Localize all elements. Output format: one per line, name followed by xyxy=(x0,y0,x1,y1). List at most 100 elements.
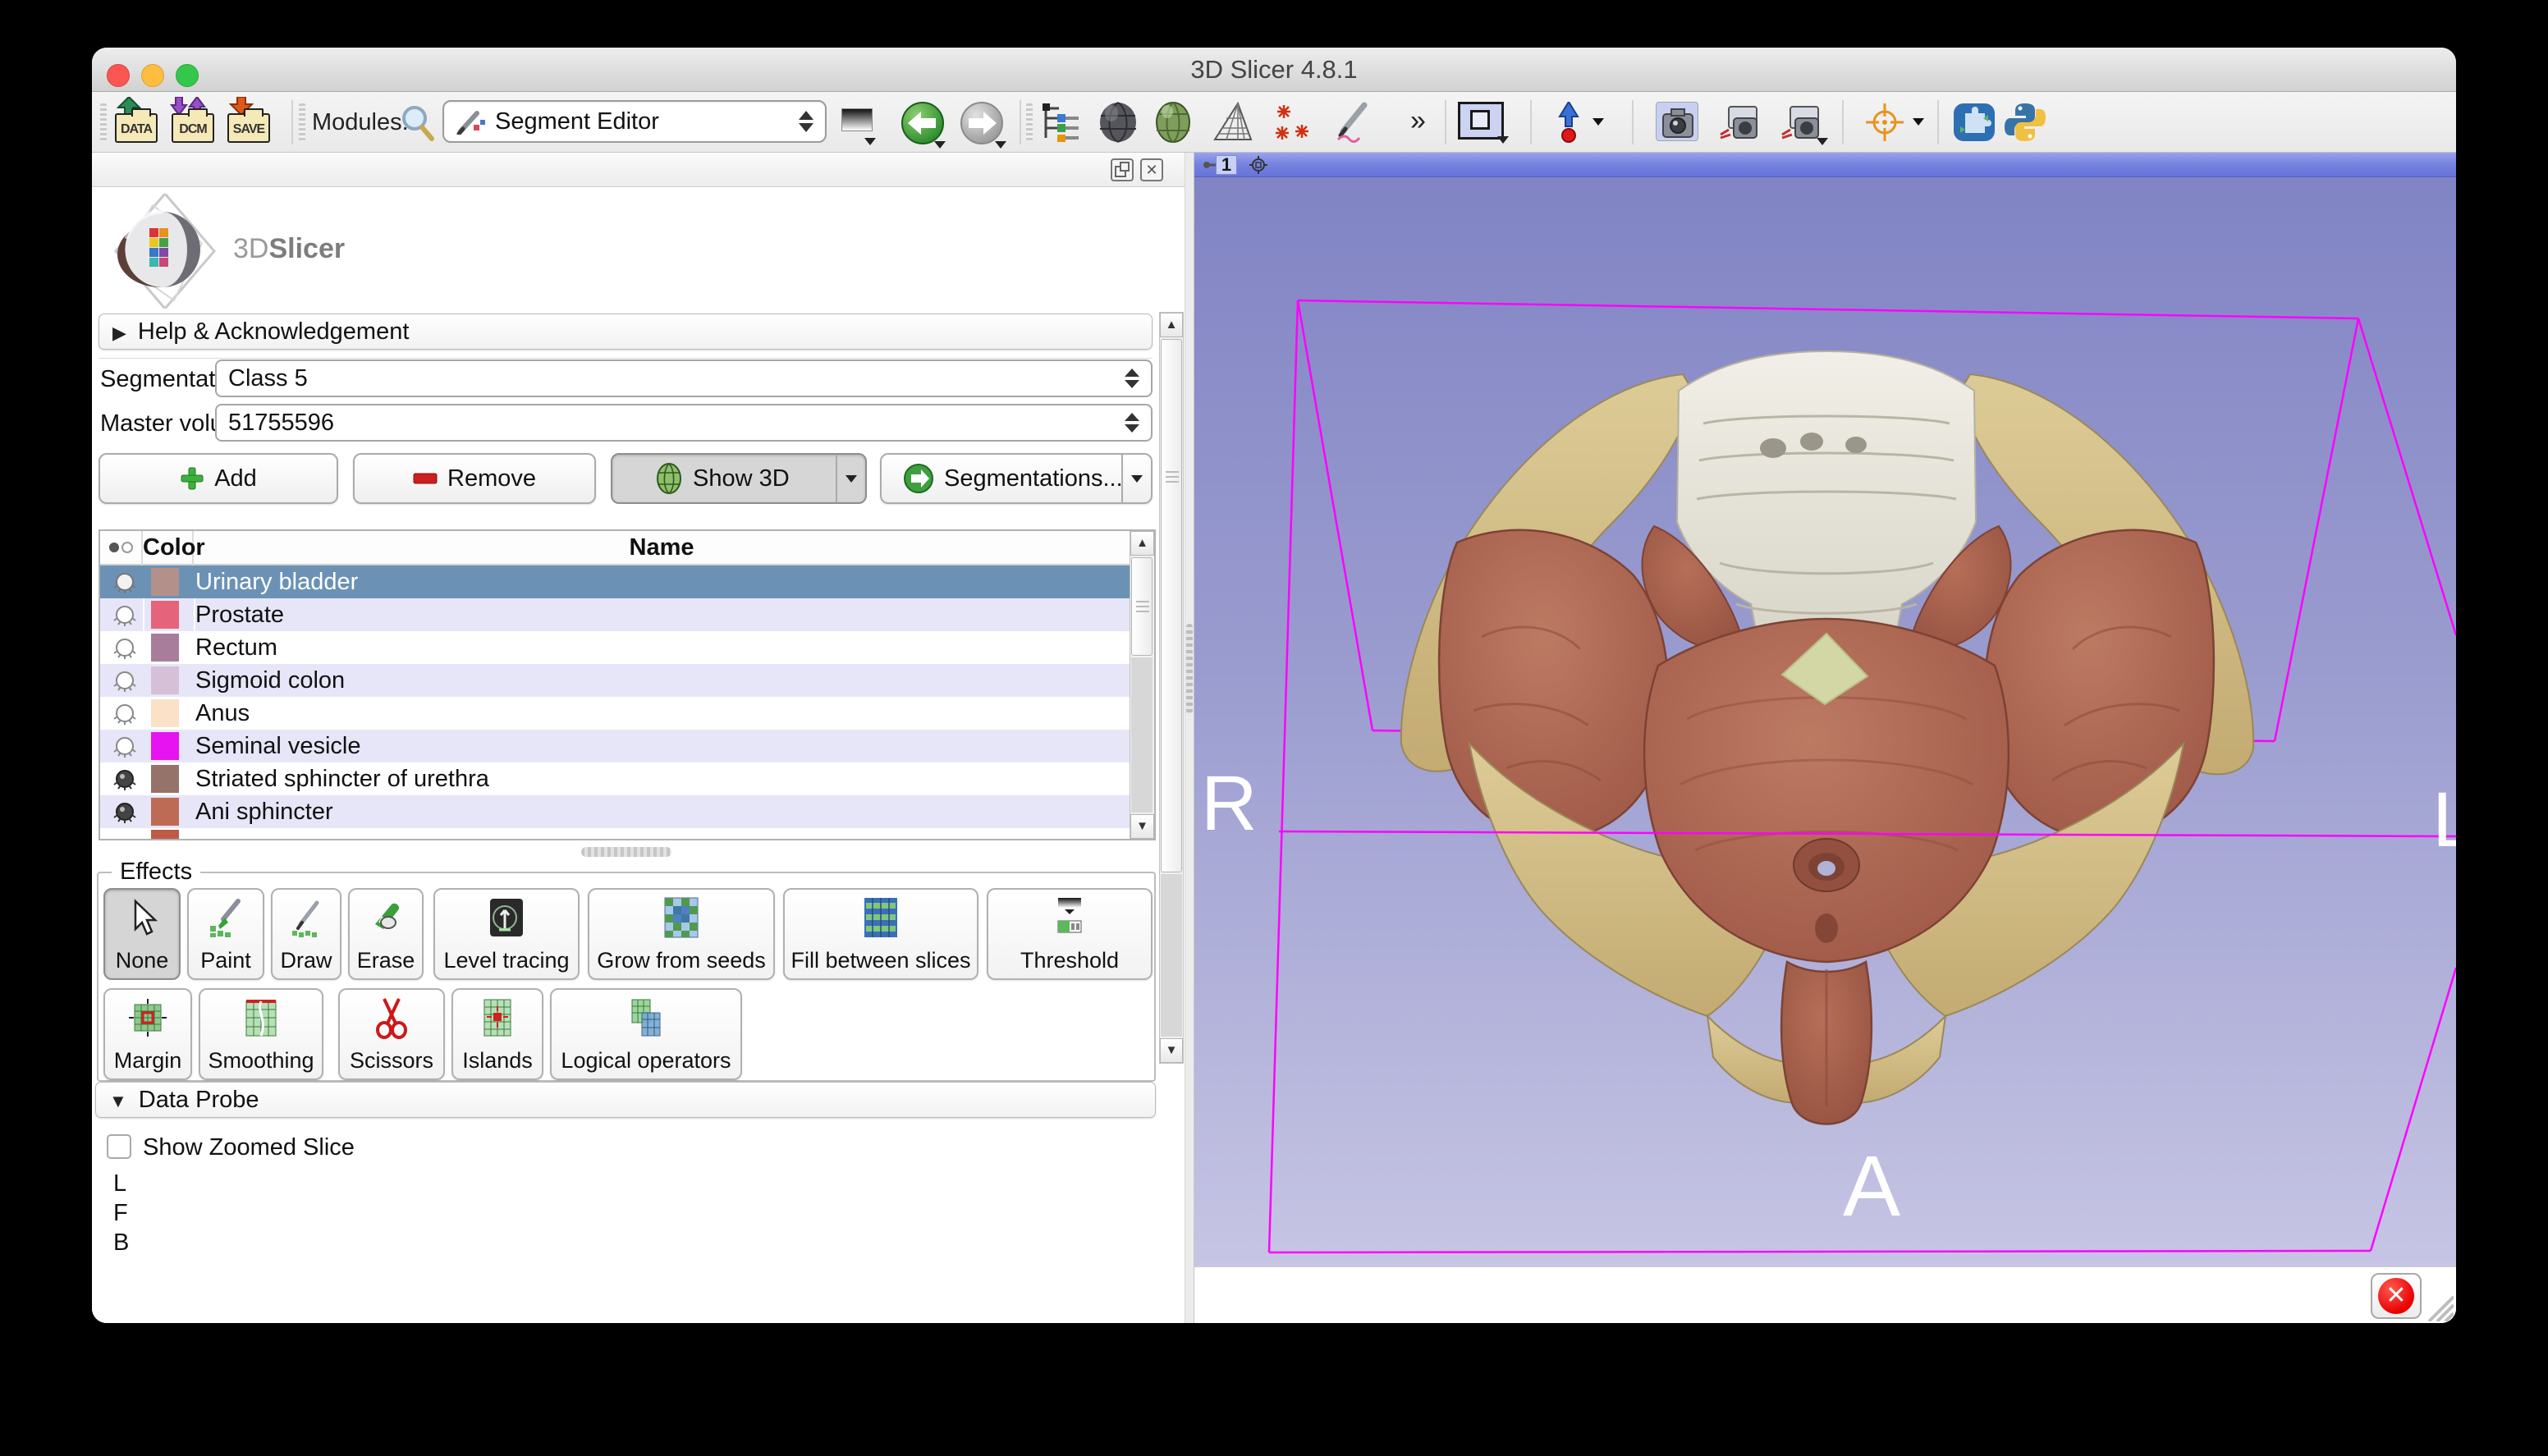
effect-grow-from-seeds-button[interactable]: Grow from seeds xyxy=(588,888,775,980)
segment-row[interactable]: Urinary bladder xyxy=(100,565,1130,598)
effect-islands-button[interactable]: Islands xyxy=(451,988,543,1080)
scroll-up-button[interactable]: ▲ xyxy=(1160,313,1183,337)
screenshot-button[interactable] xyxy=(1656,102,1702,143)
module-selector-combo[interactable]: Segment Editor xyxy=(442,100,827,143)
fiducial-icon[interactable] xyxy=(1272,102,1315,143)
load-data-button[interactable]: DATA xyxy=(115,102,161,143)
panel-viewport-splitter[interactable] xyxy=(1185,153,1194,1323)
segment-row[interactable]: Prostate xyxy=(100,598,1130,631)
segment-row[interactable]: Ani sphincter xyxy=(100,795,1130,828)
scroll-up-button[interactable]: ▲ xyxy=(1130,531,1154,556)
toolbar-handle[interactable] xyxy=(299,103,305,141)
segment-row[interactable]: Anus xyxy=(100,697,1130,730)
toolbar-handle[interactable] xyxy=(1026,103,1033,141)
scrollbar-track[interactable] xyxy=(1161,874,1182,1037)
effect-smoothing-button[interactable]: Smoothing xyxy=(199,988,323,1080)
visibility-toggle-icon[interactable] xyxy=(110,668,140,693)
visibility-toggle-icon[interactable] xyxy=(110,701,140,726)
effect-fill-between-slices-button[interactable]: Fill between slices xyxy=(783,888,978,980)
mouse-interaction-mode-button[interactable] xyxy=(1555,102,1612,143)
layout-selector-button[interactable] xyxy=(1458,102,1510,143)
visibility-toggle-icon[interactable] xyxy=(110,635,140,660)
segmentation-combo[interactable]: Class 5 xyxy=(215,359,1153,397)
module-hierarchy-icon[interactable] xyxy=(1041,102,1084,143)
segmentations-dropdown[interactable] xyxy=(1121,455,1151,502)
add-segment-button[interactable]: Add xyxy=(99,453,338,504)
effect-paint-button[interactable]: Paint xyxy=(187,888,264,980)
segmentations-module-button[interactable]: Segmentations... xyxy=(880,453,1153,504)
segment-color-swatch[interactable] xyxy=(151,830,179,840)
scrollbar-thumb[interactable] xyxy=(1131,557,1153,656)
show-3d-dropdown[interactable] xyxy=(836,455,865,502)
toolbar-overflow-chevron[interactable]: » xyxy=(1410,102,1426,143)
viewport-header-bar[interactable]: 1 xyxy=(1194,153,2456,177)
scroll-down-button[interactable]: ▼ xyxy=(1160,1038,1183,1063)
module-history-button[interactable] xyxy=(841,102,874,143)
effect-draw-button[interactable]: Draw xyxy=(271,888,341,980)
effect-threshold-button[interactable]: Threshold xyxy=(987,888,1153,980)
segmentation-spinner[interactable] xyxy=(1120,364,1144,393)
view-label-chip[interactable]: 1 xyxy=(1216,155,1237,175)
extensions-manager-button[interactable] xyxy=(1952,102,1998,143)
visibility-toggle-icon[interactable] xyxy=(110,767,140,791)
save-button[interactable]: SAVE xyxy=(227,102,273,143)
data-probe-section[interactable]: ▼Data Probe xyxy=(95,1082,1156,1118)
module-forward-button[interactable] xyxy=(960,102,1010,143)
segment-color-swatch[interactable] xyxy=(151,765,179,793)
toolbar-handle[interactable] xyxy=(100,103,107,141)
color-column-header[interactable]: Color xyxy=(143,531,194,565)
resize-grip[interactable] xyxy=(2424,1290,2454,1321)
threed-canvas[interactable]: R L A xyxy=(1194,177,2456,1266)
undock-panel-button[interactable] xyxy=(1111,158,1134,181)
effect-erase-button[interactable]: Erase xyxy=(348,888,424,980)
module-back-button[interactable] xyxy=(901,102,951,143)
annotation-pencil-icon[interactable] xyxy=(1331,102,1374,143)
pin-icon[interactable] xyxy=(1201,157,1217,173)
volume-rendering-icon[interactable] xyxy=(1151,102,1195,143)
visibility-toggle-icon[interactable] xyxy=(110,799,140,824)
python-console-button[interactable] xyxy=(2003,102,2049,143)
scrollbar-thumb[interactable] xyxy=(1161,339,1182,872)
segment-row[interactable]: Rectum xyxy=(100,631,1130,664)
effect-margin-button[interactable]: Margin xyxy=(103,988,192,1080)
pelvis-segmentation-model[interactable] xyxy=(1401,351,2253,1124)
crosshair-button[interactable] xyxy=(1863,102,1929,143)
remove-segment-button[interactable]: Remove xyxy=(353,453,596,504)
segment-color-swatch[interactable] xyxy=(151,699,179,727)
effect-none-button[interactable]: None xyxy=(103,888,181,980)
segment-color-swatch[interactable] xyxy=(151,601,179,629)
effect-logical-operators-button[interactable]: Logical operators xyxy=(550,988,742,1080)
module-search-icon[interactable] xyxy=(399,102,435,143)
view-controller-icon[interactable] xyxy=(1249,155,1268,175)
scroll-down-button[interactable]: ▼ xyxy=(1130,814,1154,839)
scrollbar-track[interactable] xyxy=(1131,657,1153,813)
master-volume-combo[interactable]: 51755596 xyxy=(215,404,1153,442)
volume-icon[interactable] xyxy=(1095,102,1141,143)
visibility-toggle-icon[interactable] xyxy=(110,734,140,758)
segment-row[interactable]: Sigmoid colon xyxy=(100,664,1130,697)
effect-scissors-button[interactable]: Scissors xyxy=(338,988,445,1080)
horizontal-splitter-handle[interactable] xyxy=(581,847,671,857)
help-acknowledgement-section[interactable]: ▶Help & Acknowledgement xyxy=(99,314,1153,350)
segment-color-swatch[interactable] xyxy=(151,666,179,694)
segment-row[interactable]: Seminal vesicle xyxy=(100,730,1130,762)
segment-color-swatch[interactable] xyxy=(151,798,179,826)
segment-color-swatch[interactable] xyxy=(151,732,179,760)
module-spinner[interactable] xyxy=(794,107,818,136)
segment-color-swatch[interactable] xyxy=(151,568,179,596)
close-panel-button[interactable]: ✕ xyxy=(1140,158,1163,181)
scene-view-button[interactable] xyxy=(1717,102,1763,143)
effect-level-tracing-button[interactable]: Level tracing xyxy=(433,888,580,980)
segment-table-scrollbar[interactable]: ▲ ▼ xyxy=(1130,531,1154,839)
show-3d-button[interactable]: Show 3D xyxy=(611,453,867,504)
segment-color-swatch[interactable] xyxy=(151,634,179,662)
restore-scene-view-button[interactable] xyxy=(1779,102,1828,143)
show-zoomed-slice-checkbox[interactable] xyxy=(107,1134,131,1159)
visibility-toggle-icon[interactable] xyxy=(110,602,140,627)
dicom-button[interactable]: DCM xyxy=(172,102,218,143)
segment-row[interactable]: Striated sphincter of urethra xyxy=(100,762,1130,795)
visibility-toggle-icon[interactable] xyxy=(110,570,140,594)
segment-row-partial[interactable] xyxy=(100,828,1130,840)
mesh-icon[interactable] xyxy=(1210,102,1254,143)
error-close-button[interactable]: ✕ xyxy=(2371,1273,2422,1319)
